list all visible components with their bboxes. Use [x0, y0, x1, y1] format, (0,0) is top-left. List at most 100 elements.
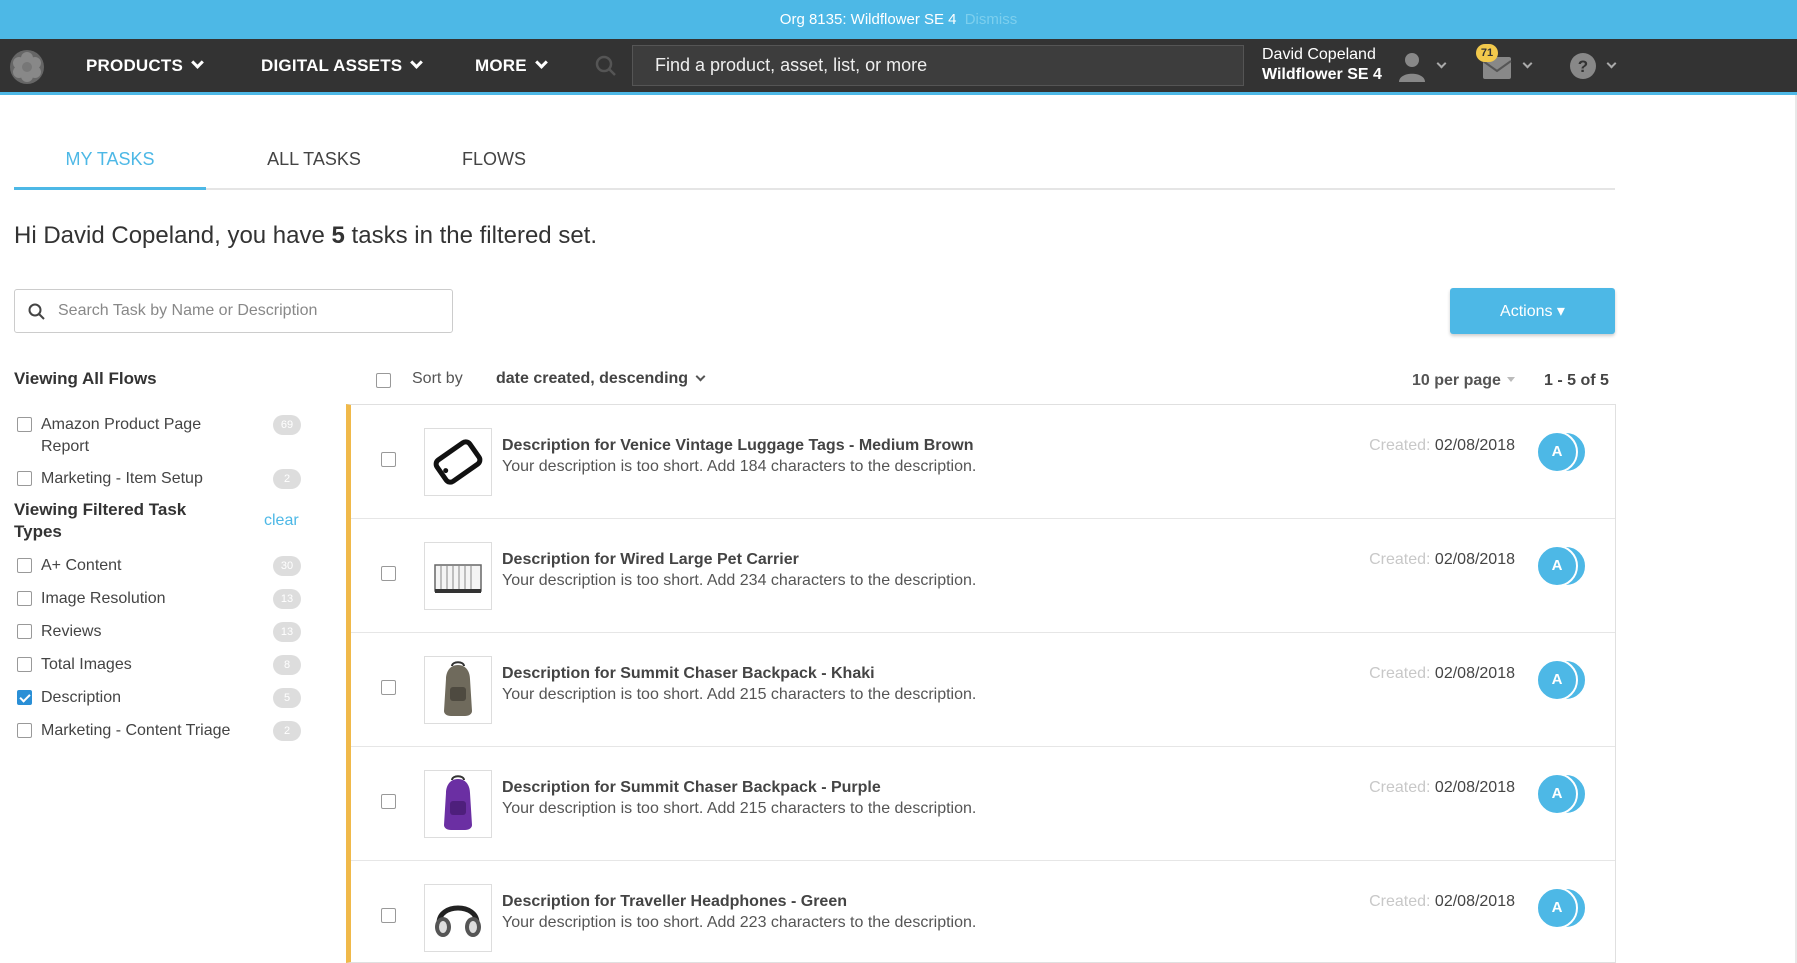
task-row[interactable]: Description for Traveller Headphones - G… — [351, 861, 1615, 962]
flows-heading: Viewing All Flows — [14, 369, 157, 388]
filter-checkbox[interactable] — [17, 471, 32, 486]
per-page-value: 10 per page — [1412, 372, 1501, 389]
assignee-avatars[interactable]: A — [1536, 545, 1588, 591]
search-icon[interactable] — [594, 54, 618, 78]
user-avatar-icon[interactable] — [1395, 49, 1429, 83]
avatar: A — [1536, 659, 1578, 701]
task-title[interactable]: Description for Wired Large Pet Carrier — [502, 551, 799, 569]
task-title[interactable]: Description for Venice Vintage Luggage T… — [502, 437, 973, 455]
task-row[interactable]: Description for Summit Chaser Backpack -… — [351, 747, 1615, 861]
nav-digital-assets-label: DIGITAL ASSETS — [261, 56, 403, 75]
filter-checkbox[interactable] — [17, 558, 32, 573]
app-logo-icon[interactable] — [8, 48, 46, 86]
filter-count-badge: 13 — [273, 622, 301, 642]
notification-badge: 71 — [1476, 44, 1498, 62]
tab-my-tasks[interactable]: MY TASKS — [14, 128, 206, 190]
filter-type-image-resolution[interactable]: Image Resolution 13 — [14, 588, 304, 612]
task-description: Your description is too short. Add 215 c… — [502, 800, 977, 817]
product-thumbnail — [424, 770, 492, 838]
chevron-down-icon — [1606, 58, 1617, 69]
assignee-avatars[interactable]: A — [1536, 659, 1588, 705]
task-title[interactable]: Description for Summit Chaser Backpack -… — [502, 665, 875, 683]
filter-type-description[interactable]: Description 5 — [14, 687, 304, 711]
created-date: 02/08/2018 — [1434, 779, 1515, 796]
assignee-avatars[interactable]: A — [1536, 773, 1588, 819]
backpack-purple-icon — [444, 775, 472, 830]
headphones-icon — [435, 905, 481, 937]
task-checkbox[interactable] — [381, 680, 396, 695]
task-row[interactable]: Description for Wired Large Pet Carrier … — [351, 519, 1615, 633]
per-page-dropdown[interactable]: 10 per page — [1412, 372, 1515, 390]
created-date: 02/08/2018 — [1434, 437, 1515, 454]
task-title[interactable]: Description for Traveller Headphones - G… — [502, 893, 847, 911]
greeting: Hi David Copeland, you have 5 tasks in t… — [14, 222, 597, 250]
task-search-box — [14, 289, 453, 333]
task-created: Created: 02/08/2018 — [1351, 779, 1515, 797]
filter-label: Total Images — [41, 656, 132, 673]
created-label: Created: — [1369, 779, 1431, 796]
chevron-down-icon — [410, 56, 424, 69]
task-row[interactable]: Description for Summit Chaser Backpack -… — [351, 633, 1615, 747]
chevron-down-icon — [695, 371, 706, 382]
help-icon[interactable]: ? — [1568, 49, 1598, 83]
search-icon — [28, 303, 45, 320]
filter-checkbox[interactable] — [17, 690, 32, 705]
nav-digital-assets[interactable]: DIGITAL ASSETS — [261, 39, 424, 92]
created-label: Created: — [1369, 437, 1431, 454]
avatar: A — [1536, 431, 1578, 473]
tab-flows[interactable]: FLOWS — [414, 128, 574, 190]
avatar: A — [1536, 545, 1578, 587]
task-description: Your description is too short. Add 215 c… — [502, 686, 977, 703]
svg-text:?: ? — [1578, 57, 1588, 76]
filter-type-a-plus-content[interactable]: A+ Content 30 — [14, 555, 304, 579]
filter-checkbox[interactable] — [17, 591, 32, 606]
sort-label: Sort by — [412, 370, 463, 387]
created-label: Created: — [1369, 893, 1431, 910]
tab-all-tasks[interactable]: ALL TASKS — [234, 128, 394, 190]
chevron-down-icon — [1436, 58, 1447, 69]
task-checkbox[interactable] — [381, 452, 396, 467]
task-checkbox[interactable] — [381, 794, 396, 809]
pagination-range: 1 - 5 of 5 — [1544, 372, 1609, 389]
filter-checkbox[interactable] — [17, 657, 32, 672]
top-navigation: PRODUCTS DIGITAL ASSETS MORE Find a prod… — [0, 39, 1797, 95]
sort-dropdown[interactable]: date created, descending — [496, 370, 706, 388]
filter-flow-amazon-product-page-report[interactable]: Amazon Product Page Report 69 — [14, 414, 304, 460]
select-all-checkbox[interactable] — [376, 373, 391, 388]
user-org: Wildflower SE 4 — [1262, 66, 1382, 83]
task-created: Created: 02/08/2018 — [1351, 551, 1515, 569]
sort-value: date created, descending — [496, 370, 689, 387]
filter-checkbox[interactable] — [17, 624, 32, 639]
clear-filters-link[interactable]: clear — [264, 512, 299, 530]
filter-label: Marketing - Content Triage — [41, 722, 231, 739]
filter-type-total-images[interactable]: Total Images 8 — [14, 654, 304, 678]
filter-label: Marketing - Item Setup — [41, 470, 203, 487]
global-search-input[interactable]: Find a product, asset, list, or more — [632, 45, 1244, 86]
user-menu[interactable]: David Copeland Wildflower SE 4 — [1262, 45, 1382, 85]
filter-type-reviews[interactable]: Reviews 13 — [14, 621, 304, 645]
task-title[interactable]: Description for Summit Chaser Backpack -… — [502, 779, 881, 797]
nav-products[interactable]: PRODUCTS — [86, 39, 204, 92]
filter-type-marketing-content-triage[interactable]: Marketing - Content Triage 2 — [14, 720, 304, 744]
assignee-avatars[interactable]: A — [1536, 887, 1588, 933]
filter-label: Description — [41, 689, 122, 706]
assignee-avatars[interactable]: A — [1536, 431, 1588, 477]
filter-flow-marketing-item-setup[interactable]: Marketing - Item Setup 2 — [14, 468, 304, 492]
org-banner-text: Org 8135: Wildflower SE 4 — [779, 11, 957, 28]
filter-checkbox[interactable] — [17, 723, 32, 738]
filter-label: Amazon Product Page Report — [41, 416, 202, 455]
dismiss-link[interactable]: Dismiss — [965, 11, 1018, 28]
filter-checkbox[interactable] — [17, 417, 32, 432]
backpack-khaki-icon — [444, 661, 472, 716]
actions-button[interactable]: Actions ▾ — [1450, 288, 1615, 334]
filter-label: A+ Content — [41, 557, 122, 574]
task-checkbox[interactable] — [381, 908, 396, 923]
product-thumbnail — [424, 656, 492, 724]
filter-count-badge: 30 — [273, 556, 301, 576]
task-row[interactable]: Description for Venice Vintage Luggage T… — [351, 405, 1615, 519]
task-checkbox[interactable] — [381, 566, 396, 581]
pet-carrier-icon — [434, 564, 482, 593]
product-thumbnail — [424, 428, 492, 496]
task-search-input[interactable] — [58, 290, 438, 332]
nav-more[interactable]: MORE — [475, 39, 548, 92]
